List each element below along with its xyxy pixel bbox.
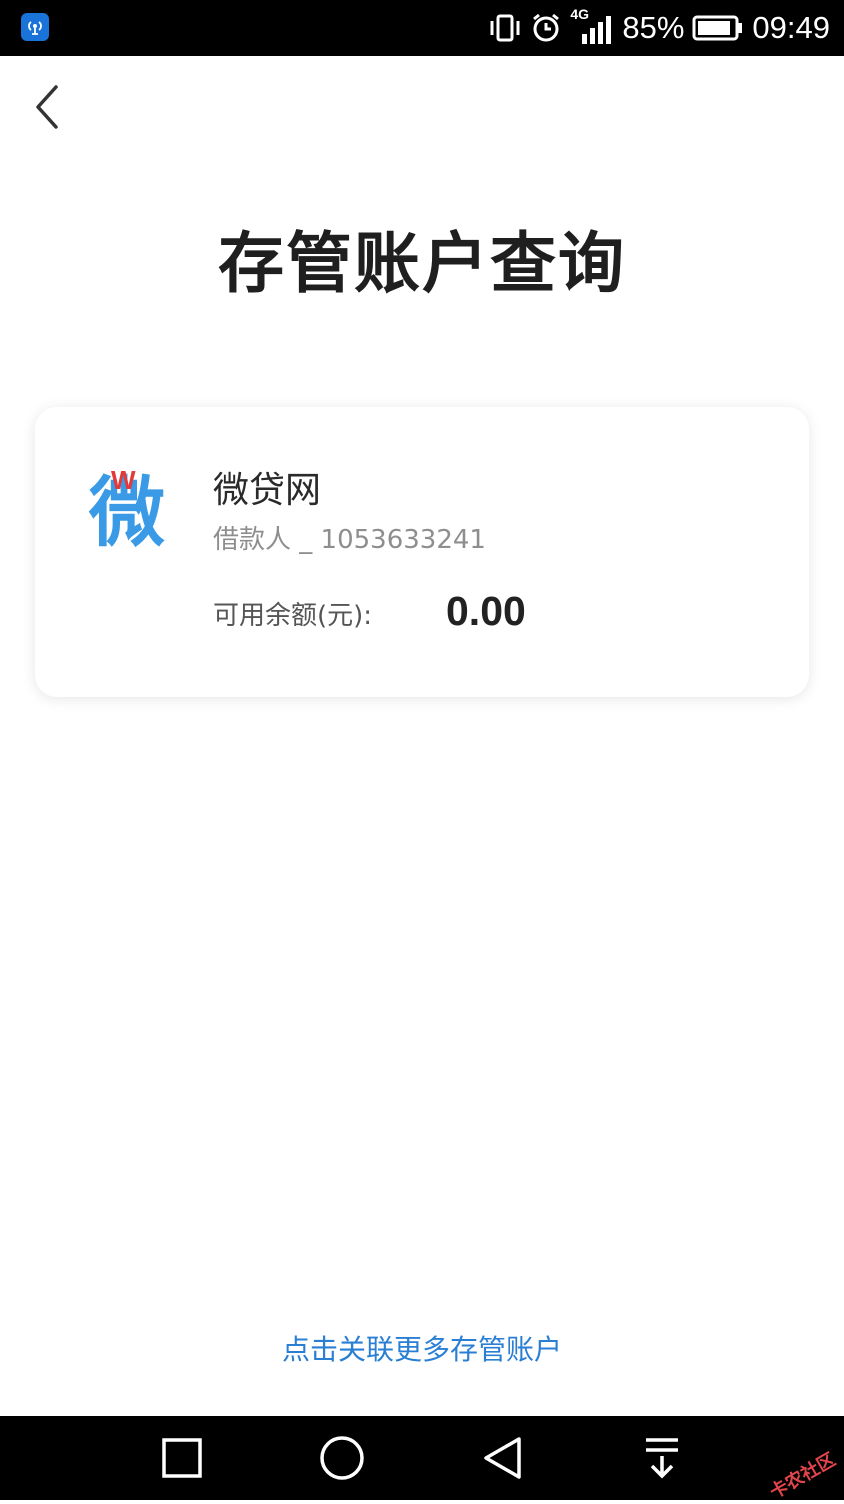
balance-label: 可用余额(元): [213,601,373,631]
borrower-line: 借款人 _ 1053633241 [213,519,486,556]
alarm-icon [530,12,562,44]
home-button[interactable] [302,1416,382,1500]
logo-letter: W [111,465,136,495]
borrower-id: 1053633241 [320,525,486,555]
nav-bar: 卡农社区 [0,1416,844,1503]
back-icon [484,1437,521,1479]
battery-percent: 85% [622,10,685,45]
notification-pull-button[interactable] [622,1416,702,1500]
notification-pull-icon [646,1438,678,1479]
clock: 09:49 [752,10,830,45]
wifi-bridge-icon [21,13,49,41]
signal-icon: 4G [570,6,614,48]
home-icon [320,1436,364,1480]
battery-icon [692,14,744,42]
platform-logo: 微 W [89,467,173,553]
borrower-label: 借款人 _ [213,525,321,555]
status-bar: 4G 85% 09:49 [0,0,844,56]
status-icons: 4G 85% 09:49 [488,0,830,56]
back-nav-button[interactable] [462,1416,542,1500]
chevron-left-icon [36,85,58,129]
vibrate-icon [488,13,522,43]
page-title: 存管账户查询 [218,225,626,302]
account-card[interactable]: 微 W 微贷网 借款人 _ 1053633241 可用余额(元): 0.00 [35,407,809,697]
platform-name: 微贷网 [213,470,322,511]
recent-apps-icon [162,1438,202,1478]
link-more-accounts[interactable]: 点击关联更多存管账户 [0,1328,844,1368]
back-button[interactable] [22,80,72,134]
recent-apps-button[interactable] [142,1416,222,1500]
balance-value: 0.00 [446,588,526,634]
watermark: 卡农社区 [766,1449,840,1504]
